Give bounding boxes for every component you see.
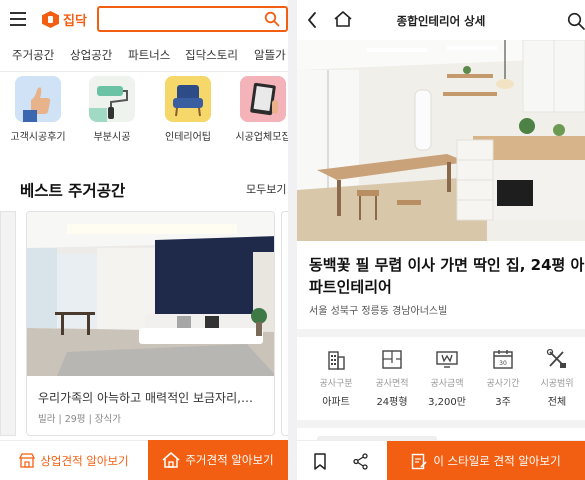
interior-hero-photo bbox=[297, 40, 585, 241]
spec-label: 공사면적 bbox=[375, 379, 409, 389]
detail-screen: 종합인테리어 상세 동백꽃 필 무렵 이사 가면 딱인 집, 24평 아파트인테… bbox=[297, 0, 585, 480]
menu-icon[interactable] bbox=[10, 12, 26, 26]
spec-value: 3,200만 bbox=[428, 397, 466, 408]
section-divider bbox=[297, 329, 585, 337]
home-estimate-button[interactable]: 주거견적 알아보기 bbox=[148, 440, 288, 480]
thumbs-up-icon bbox=[15, 76, 61, 122]
top-bar: 집닥 bbox=[0, 0, 288, 38]
spec-value: 24평형 bbox=[376, 397, 408, 408]
search-icon[interactable] bbox=[264, 11, 280, 27]
house-icon bbox=[162, 452, 180, 468]
construction-specs: 공사구분 아파트 공사면적 24평형 공사금액 3,200만 30 공사기간 3… bbox=[297, 348, 585, 408]
shortcut-label: 고객시공후기 bbox=[10, 132, 66, 143]
estimate-document-icon bbox=[412, 453, 427, 469]
shortcut-reviews[interactable]: 고객시공후기 bbox=[3, 76, 73, 143]
next-card[interactable] bbox=[281, 211, 288, 436]
spec-type: 공사구분 아파트 bbox=[308, 348, 364, 408]
style-estimate-label: 이 스타일로 견적 알아보기 bbox=[433, 454, 561, 468]
home-screen: 집닥 주거공간 상업공간 파트너스 집닥스토리 알뜰가 고객시공후기 부분시공 … bbox=[0, 0, 288, 480]
home-estimate-label: 주거견적 알아보기 bbox=[185, 453, 274, 467]
bookmark-icon[interactable] bbox=[313, 453, 327, 470]
brand-logo[interactable]: 집닥 bbox=[42, 10, 87, 29]
logo-mark-icon bbox=[42, 11, 59, 28]
shortcut-label: 시공업체모집 bbox=[235, 132, 288, 143]
spec-value: 3주 bbox=[495, 397, 511, 408]
bottom-action-bar: 상업견적 알아보기 주거견적 알아보기 bbox=[0, 440, 288, 480]
search-input[interactable] bbox=[97, 6, 288, 32]
style-estimate-button[interactable]: 이 스타일로 견적 알아보기 bbox=[387, 441, 585, 480]
tab-deals[interactable]: 알뜰가 bbox=[254, 47, 286, 63]
detail-title: 동백꽃 필 무렵 이사 가면 딱인 집, 24평 아파트인테리어 bbox=[309, 256, 585, 296]
shortcut-partial[interactable]: 부분시공 bbox=[77, 76, 147, 143]
detail-bottom-bar: 이 스타일로 견적 알아보기 bbox=[297, 440, 585, 480]
tab-partners[interactable]: 파트너스 bbox=[128, 47, 170, 63]
tab-residential[interactable]: 주거공간 bbox=[12, 47, 54, 63]
svg-text:30: 30 bbox=[499, 360, 507, 367]
calendar-icon: 30 bbox=[493, 350, 513, 369]
shortcut-recruit[interactable]: 시공업체모집 bbox=[228, 76, 288, 143]
detail-top-bar: 종합인테리어 상세 bbox=[297, 0, 585, 40]
armchair-icon bbox=[165, 76, 211, 122]
tools-icon bbox=[546, 348, 566, 368]
shortcut-label: 인테리어팁 bbox=[165, 132, 211, 143]
store-icon bbox=[19, 453, 36, 468]
spec-scope: 시공범위 전체 bbox=[529, 348, 585, 408]
screen: 집닥 주거공간 상업공간 파트너스 집닥스토리 알뜰가 고객시공후기 부분시공 … bbox=[0, 0, 585, 480]
spec-period: 30 공사기간 3주 bbox=[475, 348, 531, 408]
category-shortcuts: 고객시공후기 부분시공 인테리어팁 시공업체모집 bbox=[0, 76, 288, 146]
location-text: 서울 성북구 정릉동 경남아너스빌 bbox=[309, 306, 448, 317]
paint-roller-icon bbox=[89, 76, 135, 122]
section-divider bbox=[297, 420, 585, 428]
spec-area: 공사면적 24평형 bbox=[364, 348, 420, 408]
shortcut-label: 부분시공 bbox=[93, 132, 131, 143]
page-title: 종합인테리어 상세 bbox=[396, 14, 486, 28]
floorplan-icon bbox=[382, 350, 402, 369]
spec-value: 아파트 bbox=[322, 397, 350, 408]
shortcut-tips[interactable]: 인테리어팁 bbox=[153, 76, 223, 143]
brand-name: 집닥 bbox=[63, 14, 87, 29]
previous-card[interactable] bbox=[0, 211, 16, 436]
see-all-link[interactable]: 모두보기 bbox=[246, 181, 286, 197]
spec-cost: 공사금액 3,200만 bbox=[419, 348, 475, 408]
card-meta: 빌라 | 29평 | 장식가 bbox=[38, 414, 122, 425]
won-price-icon bbox=[436, 351, 458, 368]
tab-story[interactable]: 집닥스토리 bbox=[185, 47, 238, 63]
panel-divider bbox=[288, 0, 297, 480]
search-icon[interactable] bbox=[567, 12, 585, 30]
card-title: 우리가족의 아늑하고 매력적인 보금자리,… bbox=[38, 391, 253, 405]
tablet-icon bbox=[240, 76, 286, 122]
spec-label: 시공범위 bbox=[540, 379, 574, 389]
spec-label: 공사기간 bbox=[486, 379, 520, 389]
business-estimate-button[interactable]: 상업견적 알아보기 bbox=[0, 440, 148, 480]
share-icon[interactable] bbox=[353, 453, 369, 470]
section-title: 베스트 주거공간 bbox=[20, 182, 126, 200]
spec-value: 전체 bbox=[547, 397, 567, 408]
spec-label: 공사구분 bbox=[319, 379, 353, 389]
spec-label: 공사금액 bbox=[430, 379, 464, 389]
business-estimate-label: 상업견적 알아보기 bbox=[40, 453, 129, 468]
building-icon bbox=[328, 351, 345, 370]
best-space-card[interactable]: 우리가족의 아늑하고 매력적인 보금자리,… 빌라 | 29평 | 장식가 bbox=[26, 211, 275, 436]
living-room-photo bbox=[27, 212, 274, 376]
category-tabs: 주거공간 상업공간 파트너스 집닥스토리 알뜰가 bbox=[0, 38, 288, 72]
tab-commercial[interactable]: 상업공간 bbox=[70, 47, 112, 63]
